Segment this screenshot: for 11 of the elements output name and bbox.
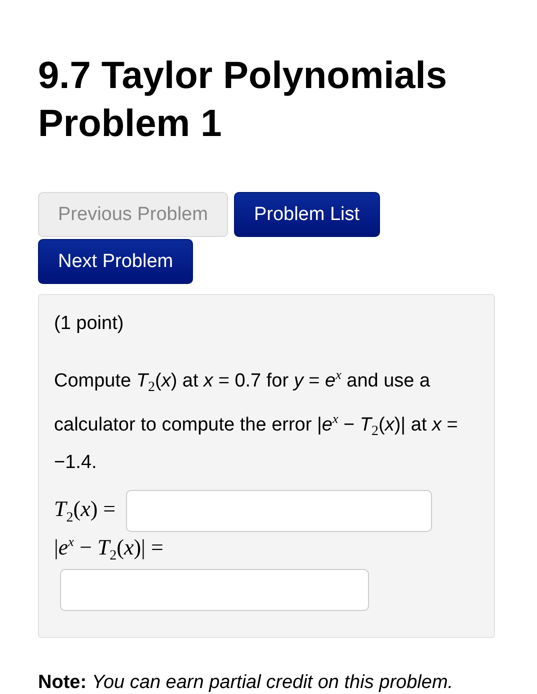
page-title: 9.7 Taylor Polynomials [38,54,448,99]
answer-label: |e$^{x}$ − T$_{2}$(x)| = [54,534,164,565]
page-title: Problem 1 [38,102,222,147]
question-text: Compute T$_{2}$(x) at x = 0.7 for y = e$^{x}$ and use a calculator to compute the error |e$^{x}$ − T$_{2}$(x)| at x = −1.4. [54,366,459,476]
note-text: Note: You can earn partial credit on this problem. [38,672,454,694]
points-label: (1 point) [54,313,125,335]
nav-button[interactable]: Next Problem [38,239,194,284]
answer-label: T$_{2}$(x) = [54,496,116,526]
nav-button[interactable]: Problem List [234,192,380,237]
answer-field[interactable] [126,490,432,532]
answer-field[interactable] [60,568,369,611]
